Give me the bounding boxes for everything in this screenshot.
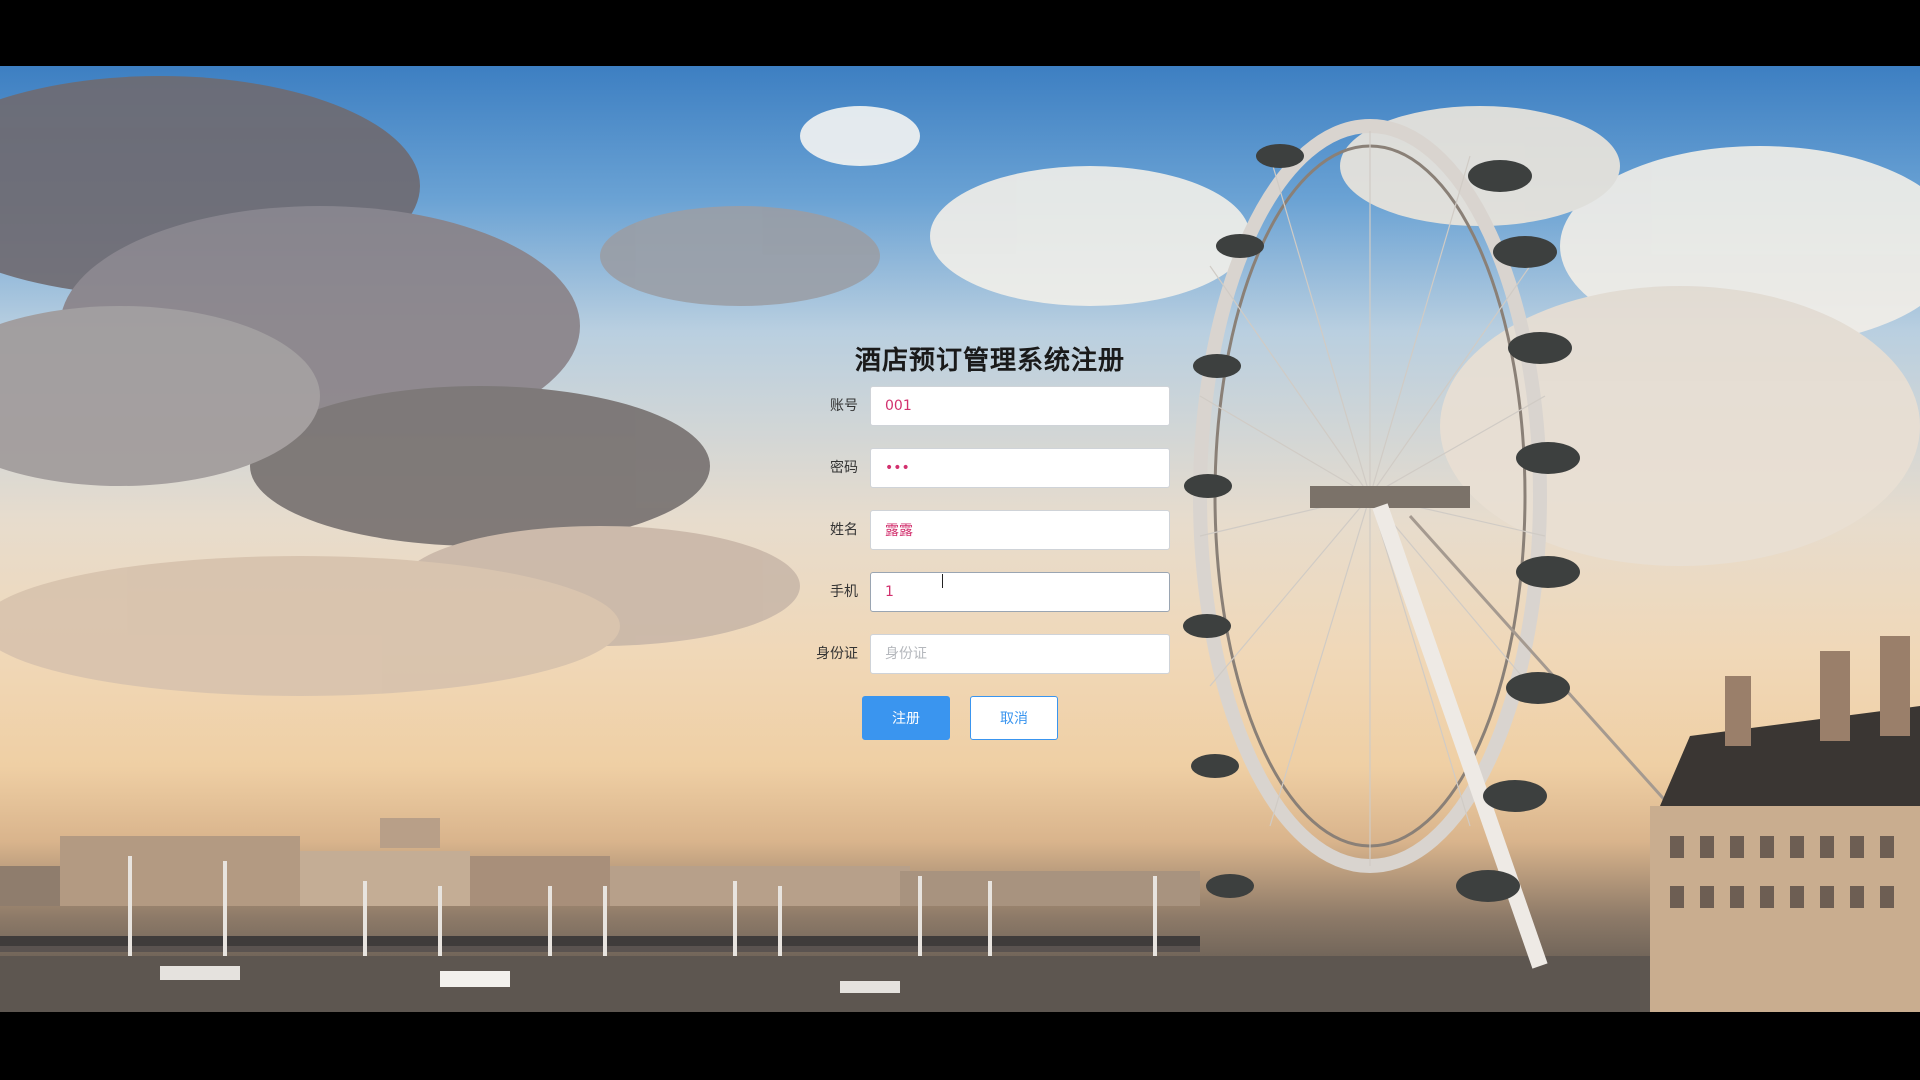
boat bbox=[840, 981, 900, 993]
cancel-button[interactable]: 取消 bbox=[970, 696, 1058, 740]
phone-row: 手机 bbox=[800, 572, 1180, 612]
boat bbox=[160, 966, 240, 980]
river bbox=[0, 956, 1920, 1012]
boat bbox=[440, 971, 510, 987]
name-row: 姓名 bbox=[800, 510, 1180, 550]
city-skyline bbox=[0, 818, 1200, 906]
page-title: 酒店预订管理系统注册 bbox=[854, 346, 1125, 376]
phone-input[interactable] bbox=[870, 572, 1170, 612]
id-card-row: 身份证 bbox=[800, 634, 1180, 674]
id-card-label: 身份证 bbox=[816, 646, 858, 662]
letterbox-bottom bbox=[0, 1012, 1920, 1080]
name-label: 姓名 bbox=[830, 522, 858, 538]
register-button[interactable]: 注册 bbox=[862, 696, 950, 740]
text-cursor-icon bbox=[942, 574, 945, 588]
letterbox-top bbox=[0, 0, 1920, 66]
account-input[interactable] bbox=[870, 386, 1170, 426]
account-label: 账号 bbox=[830, 398, 858, 414]
button-row: 注册 取消 bbox=[800, 696, 1180, 740]
password-label: 密码 bbox=[830, 460, 858, 476]
password-row: 密码 bbox=[800, 448, 1180, 488]
county-hall-building bbox=[1650, 636, 1920, 1012]
id-card-input[interactable] bbox=[870, 634, 1170, 674]
account-row: 账号 bbox=[800, 386, 1180, 426]
name-input[interactable] bbox=[870, 510, 1170, 550]
password-input[interactable] bbox=[870, 448, 1170, 488]
phone-label: 手机 bbox=[830, 584, 858, 600]
